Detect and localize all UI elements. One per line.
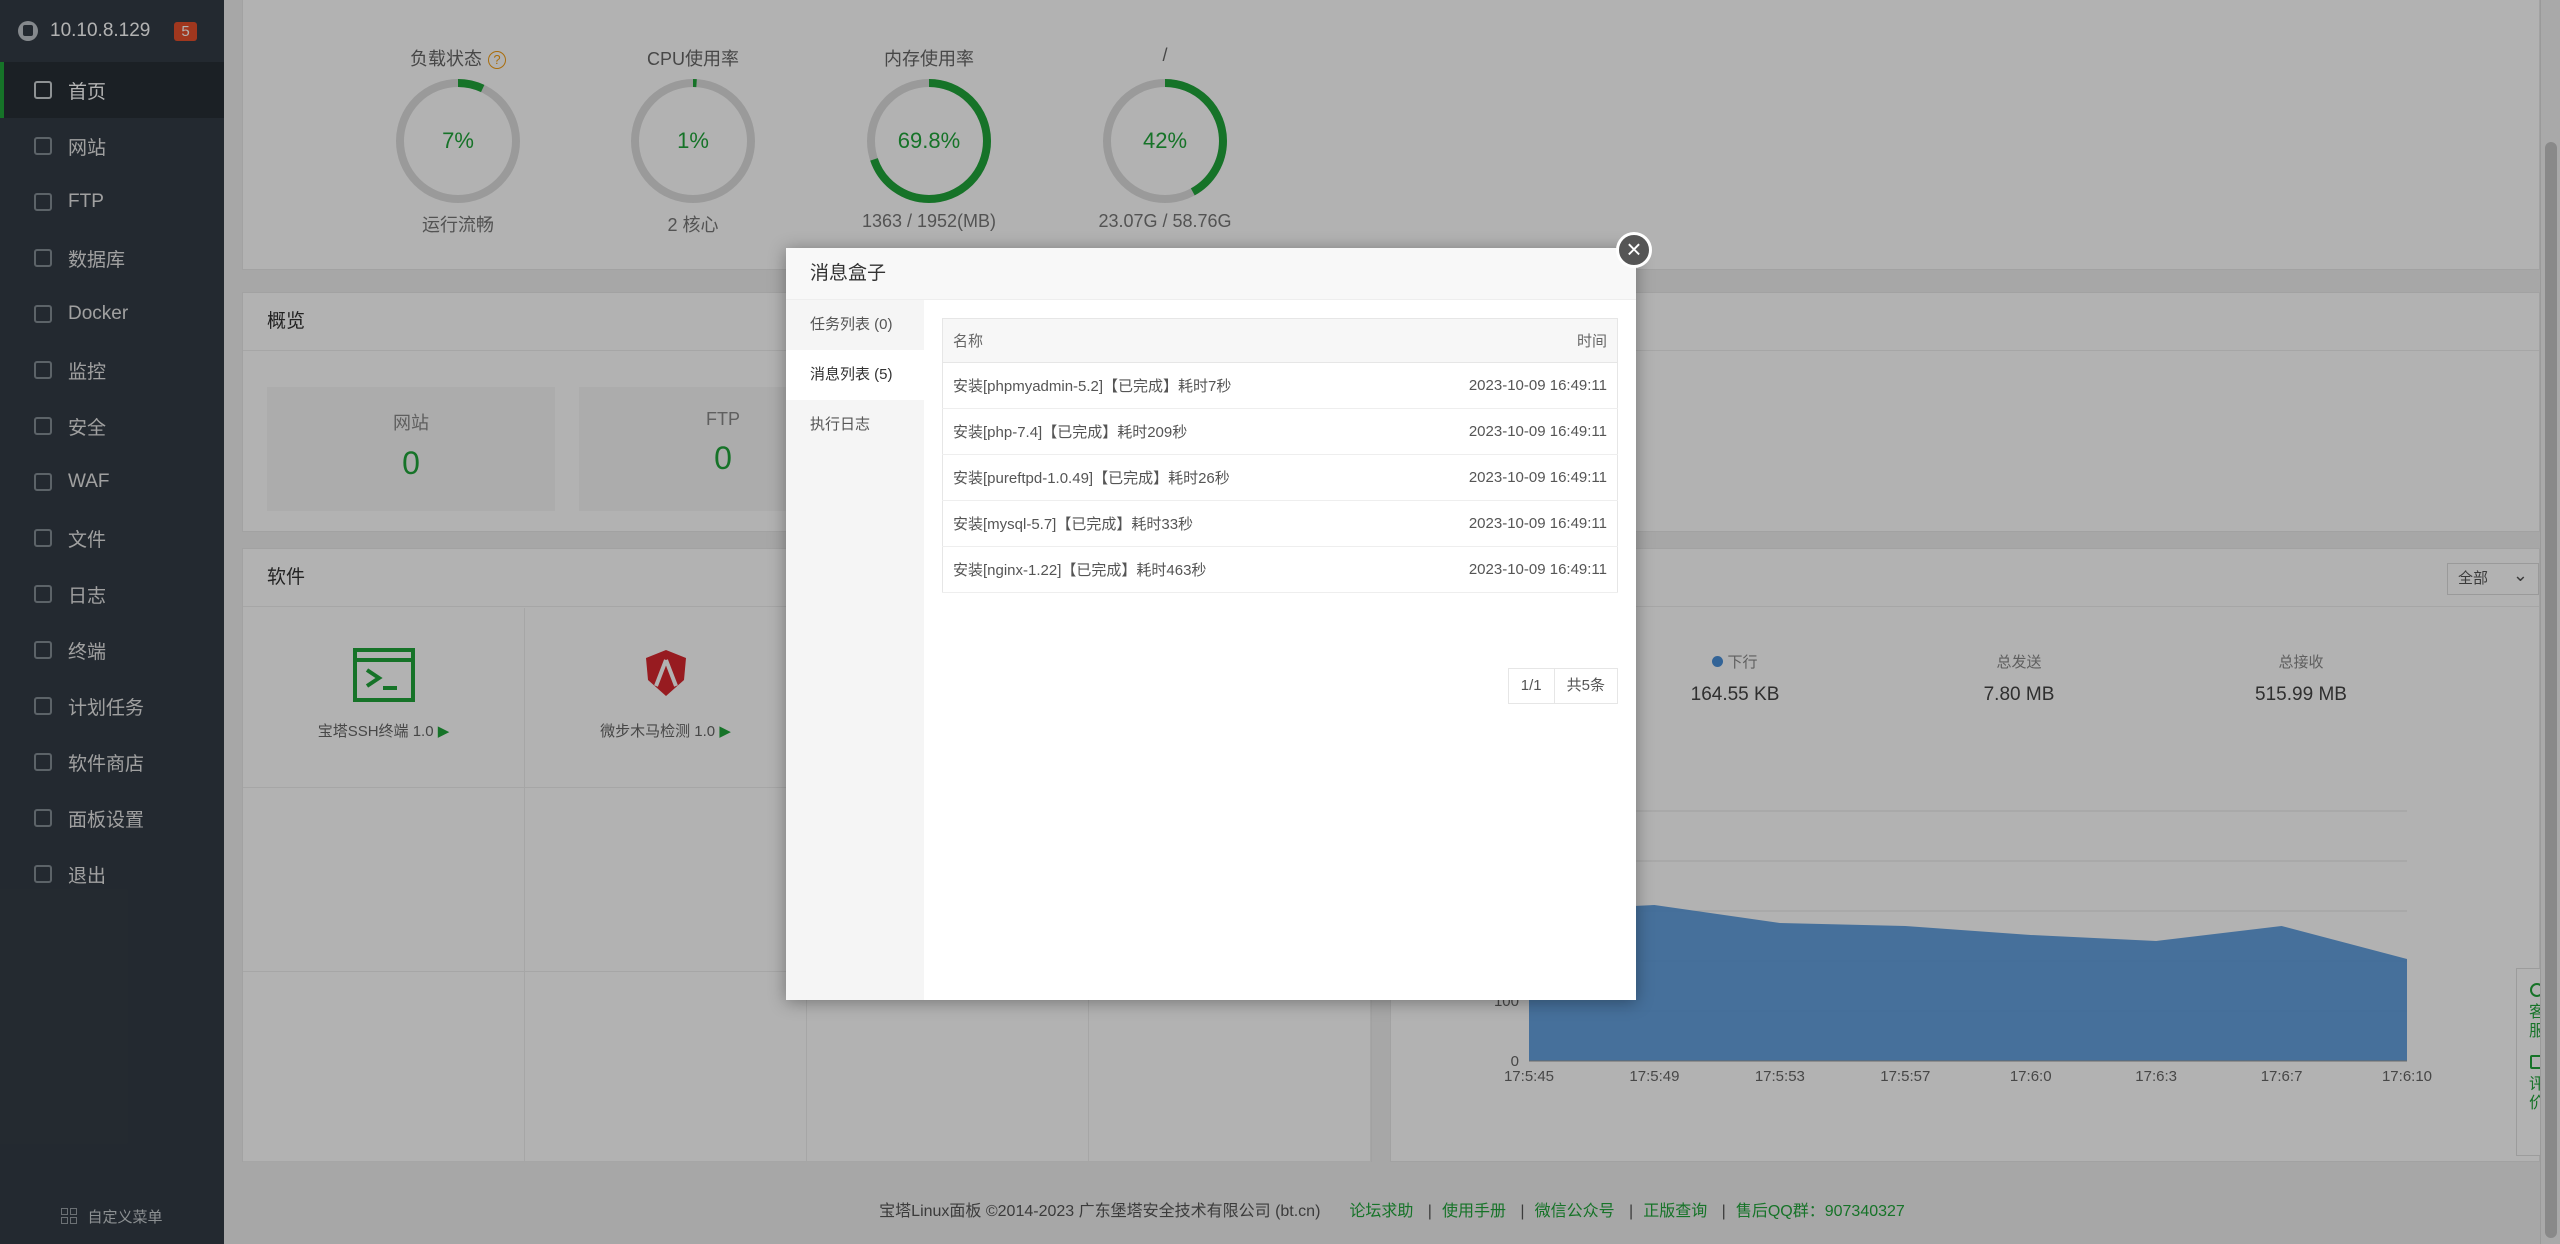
table-row[interactable]: 安装[phpmyadmin-5.2]【已完成】耗时7秒 2023-10-09 16…: [942, 362, 1618, 409]
modal-title: 消息盒子: [786, 248, 1636, 300]
table-row[interactable]: 安装[php-7.4]【已完成】耗时209秒 2023-10-09 16:49:1…: [942, 408, 1618, 455]
tab-task-list[interactable]: 任务列表 (0): [786, 300, 924, 350]
table-row[interactable]: 安装[mysql-5.7]【已完成】耗时33秒 2023-10-09 16:49:…: [942, 500, 1618, 547]
message-box-modal: 消息盒子 × 任务列表 (0) 消息列表 (5) 执行日志 名称 时间 安装[p…: [786, 232, 1652, 1000]
message-time: 2023-10-09 16:49:11: [1383, 362, 1618, 409]
message-time: 2023-10-09 16:49:11: [1383, 408, 1618, 455]
table-row[interactable]: 安装[nginx-1.22]【已完成】耗时463秒 2023-10-09 16:4…: [942, 546, 1618, 593]
message-name: 安装[nginx-1.22]【已完成】耗时463秒: [942, 546, 1384, 593]
pagination: 1/1 共5条: [1507, 668, 1618, 704]
tab-message-list[interactable]: 消息列表 (5): [786, 350, 924, 400]
modal-body: 名称 时间 安装[phpmyadmin-5.2]【已完成】耗时7秒 2023-10…: [924, 300, 1636, 1000]
modal-tabs: 任务列表 (0) 消息列表 (5) 执行日志: [786, 300, 924, 1000]
message-time: 2023-10-09 16:49:11: [1383, 500, 1618, 547]
column-header-time: 时间: [1383, 318, 1618, 363]
column-header-name: 名称: [942, 318, 1384, 363]
total-count: 共5条: [1554, 668, 1618, 704]
message-name: 安装[mysql-5.7]【已完成】耗时33秒: [942, 500, 1384, 547]
tab-exec-log[interactable]: 执行日志: [786, 400, 924, 450]
message-time: 2023-10-09 16:49:11: [1383, 546, 1618, 593]
close-icon[interactable]: ×: [1616, 232, 1652, 268]
message-table: 名称 时间 安装[phpmyadmin-5.2]【已完成】耗时7秒 2023-10…: [942, 318, 1618, 593]
message-time: 2023-10-09 16:49:11: [1383, 454, 1618, 501]
message-name: 安装[phpmyadmin-5.2]【已完成】耗时7秒: [942, 362, 1384, 409]
message-name: 安装[php-7.4]【已完成】耗时209秒: [942, 408, 1384, 455]
table-row[interactable]: 安装[pureftpd-1.0.49]【已完成】耗时26秒 2023-10-09 …: [942, 454, 1618, 501]
message-name: 安装[pureftpd-1.0.49]【已完成】耗时26秒: [942, 454, 1384, 501]
page-indicator[interactable]: 1/1: [1507, 668, 1555, 704]
